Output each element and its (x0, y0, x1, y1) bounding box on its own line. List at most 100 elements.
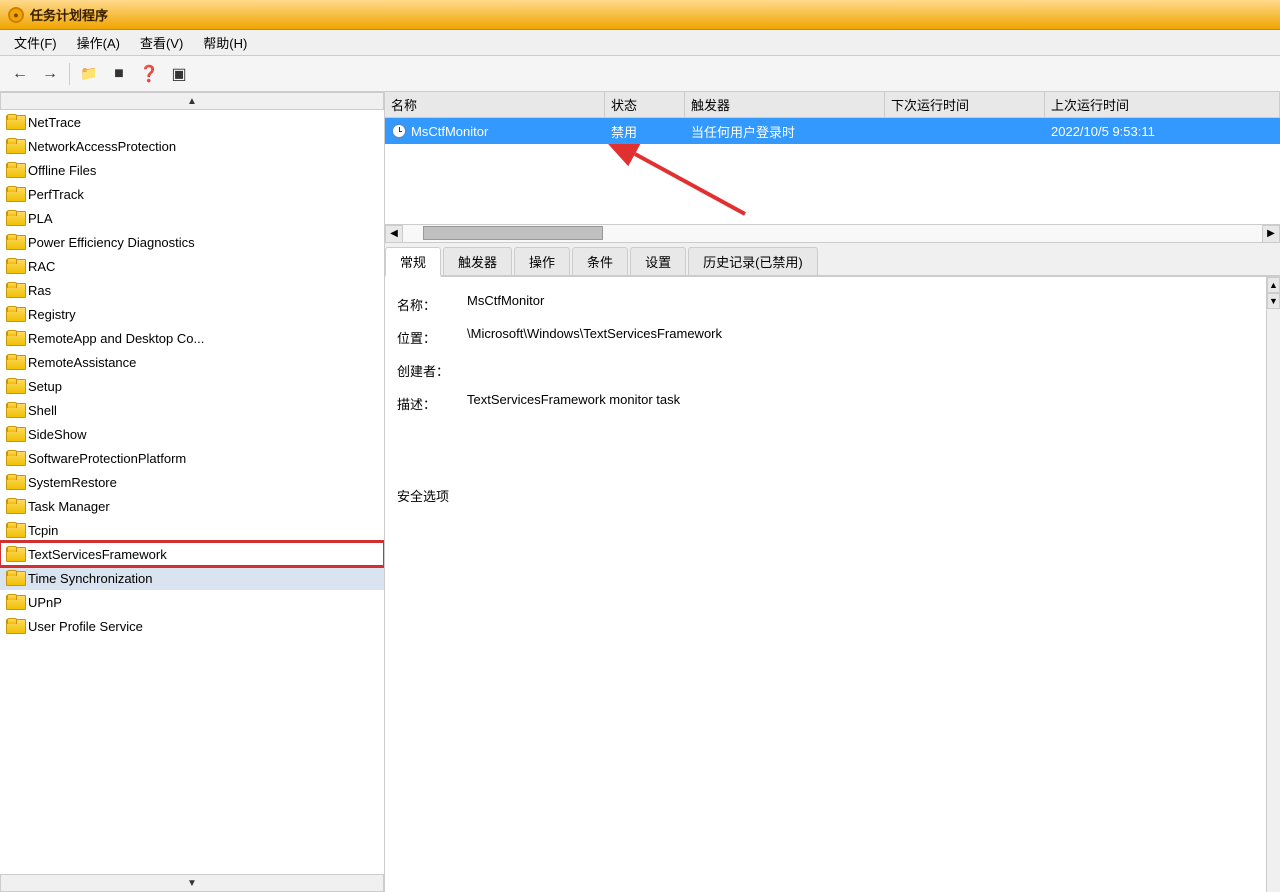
folder-icon (6, 450, 24, 466)
sidebar-item-label: Tcpin (28, 523, 58, 538)
col-header-trigger[interactable]: 触发器 (685, 92, 885, 117)
field-value-location: \Microsoft\Windows\TextServicesFramework (467, 326, 1254, 341)
field-row-location: 位置： \Microsoft\Windows\TextServicesFrame… (385, 320, 1266, 353)
h-scroll-right[interactable]: ▶ (1262, 225, 1280, 243)
help-button[interactable]: ❓ (135, 60, 163, 88)
col-header-next[interactable]: 下次运行时间 (885, 92, 1045, 117)
folder-icon (6, 402, 24, 418)
refresh-button[interactable]: ■ (105, 60, 133, 88)
tab-bar: 常规 触发器 操作 条件 设置 历史记录(已禁用) (385, 243, 1280, 277)
folder-icon (6, 618, 24, 634)
menu-help[interactable]: 帮助(H) (193, 30, 257, 55)
detail-scroll-down[interactable]: ▼ (1267, 293, 1280, 309)
field-label-location: 位置： (397, 326, 467, 347)
title-icon: ● (8, 7, 24, 23)
menu-action[interactable]: 操作(A) (67, 30, 130, 55)
detail-scroll-up[interactable]: ▲ (1267, 277, 1280, 293)
sidebar-item-label: UPnP (28, 595, 62, 610)
annotation-arrow (585, 144, 785, 224)
sidebar-item-label: RemoteAssistance (28, 355, 136, 370)
task-list-header: 名称 状态 触发器 下次运行时间 上次运行时间 (385, 92, 1280, 118)
sidebar-item-rac[interactable]: RAC (0, 254, 384, 278)
sidebar-item-label: Registry (28, 307, 76, 322)
sidebar-item-label: Shell (28, 403, 57, 418)
sidebar-item-timesync[interactable]: Time Synchronization (0, 566, 384, 590)
sidebar-item-textservicesframework[interactable]: TextServicesFramework (0, 542, 384, 566)
tab-history[interactable]: 历史记录(已禁用) (688, 247, 818, 275)
sidebar-item-remoteapp[interactable]: RemoteApp and Desktop Co... (0, 326, 384, 350)
field-row-creator: 创建者： (385, 353, 1266, 386)
sidebar-item-label: SystemRestore (28, 475, 117, 490)
tab-settings[interactable]: 设置 (630, 247, 686, 275)
field-row-name: 名称： MsCtfMonitor (385, 287, 1266, 320)
sidebar-item-label: SoftwareProtectionPlatform (28, 451, 186, 466)
sidebar-item-perftrack[interactable]: PerfTrack (0, 182, 384, 206)
h-scrollbar[interactable]: ◀ ▶ (385, 224, 1280, 242)
folder-button[interactable]: 📁 (75, 60, 103, 88)
sidebar-item-label: NetworkAccessProtection (28, 139, 176, 154)
tab-triggers[interactable]: 触发器 (443, 247, 512, 275)
sidebar-item-remoteassistance[interactable]: RemoteAssistance (0, 350, 384, 374)
col-header-name[interactable]: 名称 (385, 92, 605, 117)
task-cell-status: 禁用 (605, 118, 685, 144)
sidebar-item-upnp[interactable]: UPnP (0, 590, 384, 614)
sidebar-item-label: RAC (28, 259, 55, 274)
sidebar-item-label: PLA (28, 211, 53, 226)
menu-bar: 文件(F) 操作(A) 查看(V) 帮助(H) (0, 30, 1280, 56)
tab-general[interactable]: 常规 (385, 247, 441, 277)
sidebar-item-label: Time Synchronization (28, 571, 153, 586)
scroll-arrow-up[interactable]: ▲ (0, 92, 384, 110)
sidebar-item-label: Setup (28, 379, 62, 394)
h-scroll-thumb[interactable] (423, 226, 603, 240)
sidebar-item-ras[interactable]: Ras (0, 278, 384, 302)
tab-actions[interactable]: 操作 (514, 247, 570, 275)
sidebar-item-powerefficiency[interactable]: Power Efficiency Diagnostics (0, 230, 384, 254)
sidebar-item-registry[interactable]: Registry (0, 302, 384, 326)
detail-scrollbar[interactable]: ▲ ▼ (1266, 277, 1280, 892)
sidebar-item-nettrace[interactable]: NetTrace (0, 110, 384, 134)
arrow-space (385, 144, 1280, 224)
field-label-creator: 创建者： (397, 359, 467, 380)
h-scroll-track[interactable] (403, 225, 1262, 242)
sidebar-scroll[interactable]: NetTrace NetworkAccessProtection Offline… (0, 110, 384, 874)
col-header-last[interactable]: 上次运行时间 (1045, 92, 1280, 117)
detail-content: 名称： MsCtfMonitor 位置： \Microsoft\Windows\… (385, 277, 1280, 892)
sidebar-item-softwareprotection[interactable]: SoftwareProtectionPlatform (0, 446, 384, 470)
main-container: ▲ NetTrace NetworkAccessProtection Offli… (0, 92, 1280, 892)
clock-icon (391, 123, 407, 139)
task-row[interactable]: MsCtfMonitor 禁用 当任何用户登录时 2022/10/5 9:53:… (385, 118, 1280, 144)
sidebar-item-systemrestore[interactable]: SystemRestore (0, 470, 384, 494)
back-button[interactable]: ← (6, 60, 34, 88)
tab-conditions[interactable]: 条件 (572, 247, 628, 275)
sidebar-item-label: SideShow (28, 427, 87, 442)
sidebar: ▲ NetTrace NetworkAccessProtection Offli… (0, 92, 385, 892)
sidebar-item-offlinefiles[interactable]: Offline Files (0, 158, 384, 182)
export-button[interactable]: ▣ (165, 60, 193, 88)
sidebar-item-taskmanager[interactable]: Task Manager (0, 494, 384, 518)
sidebar-item-label: Power Efficiency Diagnostics (28, 235, 195, 250)
window-title: 任务计划程序 (30, 5, 108, 24)
sidebar-item-sideshow[interactable]: SideShow (0, 422, 384, 446)
sidebar-item-shell[interactable]: Shell (0, 398, 384, 422)
folder-icon (6, 570, 24, 586)
forward-button[interactable]: → (36, 60, 64, 88)
field-row-desc: 描述： TextServicesFramework monitor task (385, 386, 1266, 478)
sidebar-item-tcpin[interactable]: Tcpin (0, 518, 384, 542)
menu-file[interactable]: 文件(F) (4, 30, 67, 55)
folder-icon (6, 210, 24, 226)
folder-icon (6, 186, 24, 202)
col-header-status[interactable]: 状态 (605, 92, 685, 117)
task-cell-next (885, 118, 1045, 144)
folder-icon (6, 378, 24, 394)
folder-icon (6, 114, 24, 130)
sidebar-item-setup[interactable]: Setup (0, 374, 384, 398)
scroll-arrow-down[interactable]: ▼ (0, 874, 384, 892)
sidebar-item-pla[interactable]: PLA (0, 206, 384, 230)
menu-view[interactable]: 查看(V) (130, 30, 193, 55)
sidebar-item-label: NetTrace (28, 115, 81, 130)
folder-icon (6, 306, 24, 322)
folder-icon (6, 594, 24, 610)
sidebar-item-userprofileservice[interactable]: User Profile Service (0, 614, 384, 638)
sidebar-item-networkaccessprotection[interactable]: NetworkAccessProtection (0, 134, 384, 158)
h-scroll-left[interactable]: ◀ (385, 225, 403, 243)
